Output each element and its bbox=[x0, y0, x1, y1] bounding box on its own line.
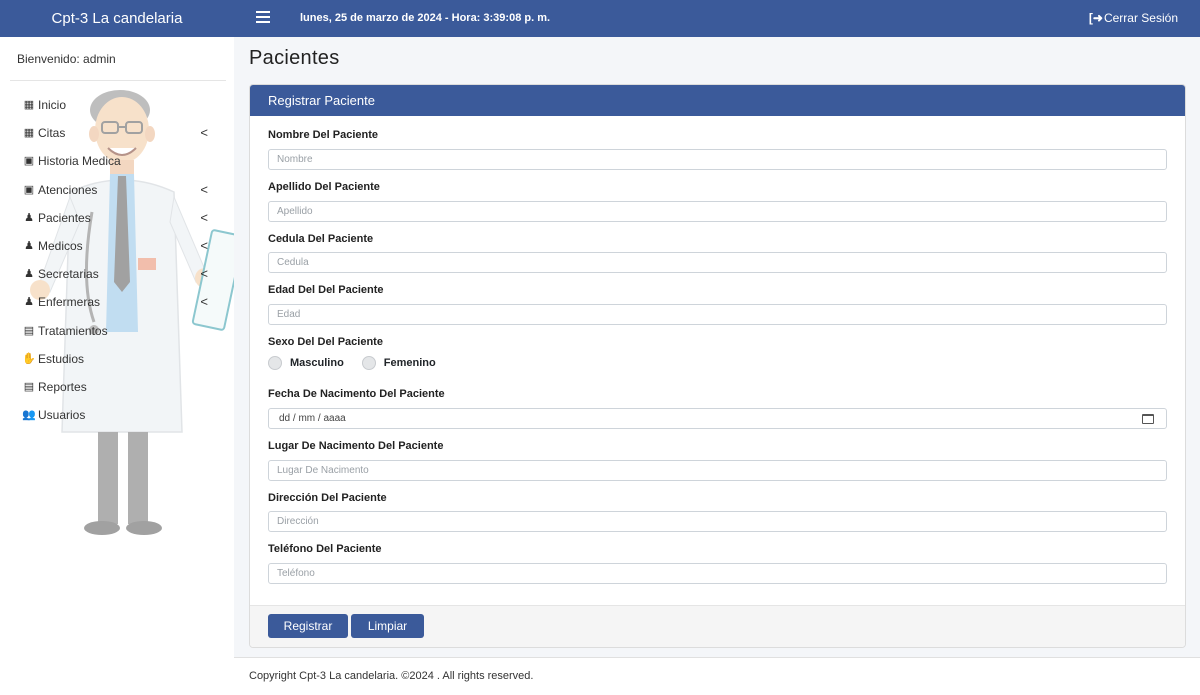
direccion-input[interactable] bbox=[268, 511, 1167, 532]
person-icon: ♟ bbox=[24, 211, 34, 224]
sidebar-item-label: Usuarios bbox=[38, 408, 86, 423]
clear-button[interactable]: Limpiar bbox=[351, 614, 424, 638]
sidebar-item-label: Tratamientos bbox=[38, 323, 108, 338]
sidebar-item-pacientes[interactable]: ♟ Pacientes < bbox=[22, 209, 218, 237]
chevron-left-icon[interactable]: < bbox=[200, 124, 208, 142]
users-icon: 👥 bbox=[22, 409, 36, 422]
sidebar-item-label: Medicos bbox=[38, 238, 83, 253]
calendar-icon: ▦ bbox=[23, 127, 35, 140]
hospital-icon: ▦ bbox=[23, 99, 35, 111]
logout-link[interactable]: [➜Cerrar Sesión bbox=[1089, 0, 1178, 37]
sidebar-item-medicos[interactable]: ♟ Medicos < bbox=[22, 237, 218, 265]
sidebar-item-label: Reportes bbox=[38, 379, 87, 394]
top-navbar: Cpt-3 La candelaria lunes, 25 de marzo d… bbox=[0, 0, 1200, 37]
apellido-label: Apellido Del Paciente bbox=[268, 181, 380, 193]
sidebar-item-label: Pacientes bbox=[38, 210, 91, 225]
medical-record-icon: ▣ bbox=[23, 155, 35, 168]
hand-holding-medical-icon: ✋ bbox=[22, 352, 36, 365]
lugar-input[interactable] bbox=[268, 460, 1167, 481]
sidebar-item-tratamientos[interactable]: ▤ Tratamientos bbox=[22, 322, 218, 350]
hamburger-menu-icon[interactable] bbox=[256, 11, 270, 25]
chevron-left-icon[interactable]: < bbox=[200, 237, 208, 255]
current-datetime: lunes, 25 de marzo de 2024 - Hora: 3:39:… bbox=[300, 12, 551, 24]
sidebar-divider bbox=[10, 80, 226, 81]
telefono-label: Teléfono Del Paciente bbox=[268, 543, 382, 555]
femenino-label[interactable]: Femenino bbox=[384, 357, 436, 369]
edad-input[interactable] bbox=[268, 304, 1167, 325]
sidebar-item-label: Atenciones bbox=[38, 182, 98, 197]
sidebar-item-atenciones[interactable]: ▣ Atenciones < bbox=[22, 181, 218, 209]
sidebar-item-reportes[interactable]: ▤ Reportes bbox=[22, 378, 218, 406]
page-footer: Copyright Cpt-3 La candelaria. ©2024 . A… bbox=[234, 657, 1200, 695]
chevron-left-icon[interactable]: < bbox=[200, 265, 208, 283]
user-injured-icon: ▣ bbox=[23, 183, 35, 196]
sidebar-item-secretarias[interactable]: ♟ Secretarias < bbox=[22, 265, 218, 293]
nombre-label: Nombre Del Paciente bbox=[268, 129, 379, 141]
sidebar-item-label: Historia Medica bbox=[38, 154, 121, 169]
sidebar-item-usuarios[interactable]: 👥 Usuarios bbox=[22, 406, 218, 434]
sidebar-item-estudios[interactable]: ✋ Estudios bbox=[22, 350, 218, 378]
direccion-label: Dirección Del Paciente bbox=[268, 492, 387, 504]
user-nurse-icon: ♟ bbox=[24, 296, 34, 309]
sidebar-item-label: Secretarias bbox=[38, 267, 99, 282]
apellido-input[interactable] bbox=[268, 201, 1167, 222]
calendar-icon[interactable] bbox=[1142, 414, 1154, 424]
card-footer: Registrar Limpiar bbox=[250, 605, 1185, 647]
card-header: Registrar Paciente bbox=[250, 85, 1185, 116]
sexo-label: Sexo Del Del Paciente bbox=[268, 336, 383, 348]
welcome-text: Bienvenido: admin bbox=[17, 52, 116, 66]
page-title: Pacientes bbox=[249, 47, 340, 69]
brand-name[interactable]: Cpt-3 La candelaria bbox=[0, 0, 234, 37]
femenino-radio[interactable] bbox=[361, 356, 376, 370]
fecha-date-input[interactable]: dd / mm / aaaa bbox=[268, 408, 1167, 429]
sidebar-item-label: Citas bbox=[38, 126, 66, 141]
sidebar-item-enfermeras[interactable]: ♟ Enfermeras < bbox=[22, 293, 218, 321]
person-icon: ♟ bbox=[24, 268, 34, 281]
masculino-label[interactable]: Masculino bbox=[290, 357, 344, 369]
fecha-date-value: dd / mm / aaaa bbox=[279, 413, 346, 424]
sidebar-item-label: Enfermeras bbox=[38, 295, 101, 310]
copyright-text: Copyright Cpt-3 La candelaria. ©2024 . A… bbox=[249, 670, 534, 682]
cedula-input[interactable] bbox=[268, 252, 1167, 273]
register-button[interactable]: Registrar bbox=[268, 614, 348, 638]
sidebar-item-historia-medica[interactable]: ▣ Historia Medica bbox=[22, 152, 218, 180]
sidebar: Bienvenido: admin ▦ Inicio ▦ Citas < ▣ H… bbox=[0, 37, 234, 695]
nombre-input[interactable] bbox=[268, 149, 1167, 170]
fecha-label: Fecha De Nacimento Del Paciente bbox=[268, 388, 445, 400]
chevron-left-icon[interactable]: < bbox=[200, 209, 208, 227]
trash-box-icon: ▤ bbox=[23, 324, 35, 337]
sign-out-icon: [➜ bbox=[1088, 11, 1103, 25]
sidebar-item-label: Estudios bbox=[38, 351, 85, 366]
masculino-radio[interactable] bbox=[268, 356, 282, 370]
sidebar-item-citas[interactable]: ▦ Citas < bbox=[22, 124, 218, 152]
sidebar-item-label: Inicio bbox=[38, 98, 67, 112]
sidebar-item-inicio[interactable]: ▦ Inicio bbox=[22, 96, 218, 124]
lugar-label: Lugar De Nacimento Del Paciente bbox=[268, 440, 444, 452]
file-medical-icon: ▤ bbox=[23, 380, 35, 393]
chevron-left-icon[interactable]: < bbox=[200, 181, 208, 199]
telefono-input[interactable] bbox=[268, 563, 1167, 584]
user-doctor-icon: ♟ bbox=[24, 239, 34, 252]
cedula-label: Cedula Del Paciente bbox=[268, 233, 374, 245]
logout-label: Cerrar Sesión bbox=[1103, 11, 1178, 25]
edad-label: Edad Del Del Paciente bbox=[268, 284, 384, 296]
chevron-left-icon[interactable]: < bbox=[200, 293, 208, 311]
sexo-radio-group: Masculino Femenino bbox=[268, 356, 454, 370]
register-patient-card: Registrar Paciente Nombre Del Paciente A… bbox=[249, 84, 1186, 648]
sidebar-nav: ▦ Inicio ▦ Citas < ▣ Historia Medica ▣ A… bbox=[22, 96, 218, 434]
